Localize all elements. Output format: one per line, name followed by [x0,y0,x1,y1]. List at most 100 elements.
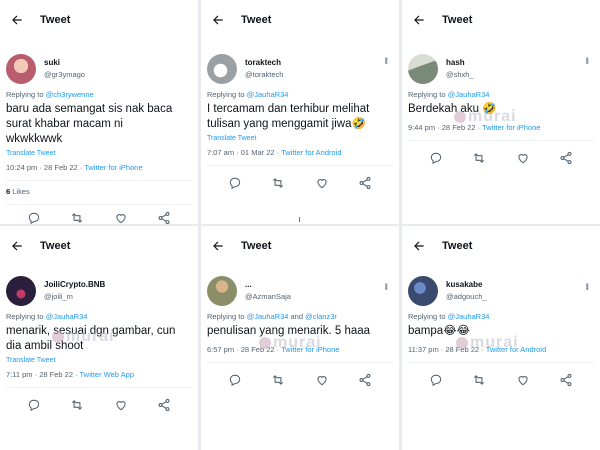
more-icon[interactable]: ••• [582,283,592,289]
reply-icon[interactable] [429,151,443,165]
user-handle[interactable]: @joili_m [44,291,105,303]
share-icon[interactable] [358,373,372,387]
more-icon[interactable]: ••• [582,57,592,63]
avatar[interactable] [6,54,36,84]
tweet-panel-5: Tweet ... @AzmanSaja ••• Replying to @Ja… [201,226,399,450]
display-name[interactable]: kusakabe [446,279,487,291]
arrow-left-icon[interactable] [10,13,24,27]
translate-link[interactable]: Translate Tweet [201,132,399,142]
tweet-author[interactable]: ... @AzmanSaja ••• [201,266,399,306]
translate-link[interactable]: Translate Tweet [0,147,198,157]
tweet-author[interactable]: hash @shxh_ ••• [402,40,600,84]
tweet-author[interactable]: suki @gr3ymago [0,40,198,84]
heart-icon[interactable] [114,211,128,224]
tweet-timestamp[interactable]: 7:11 pm · 28 Feb 22 · [6,370,80,379]
share-icon[interactable] [559,373,573,387]
share-icon[interactable] [157,398,171,412]
tweet-source[interactable]: Twitter for iPhone [281,345,339,354]
user-handle[interactable]: @adgouch_ [446,291,487,303]
tweet-source[interactable]: Twitter Web App [80,370,134,379]
user-handle[interactable]: @toraktech [245,69,283,81]
retweet-icon[interactable] [271,176,285,190]
retweet-icon[interactable] [271,373,285,387]
arrow-left-icon[interactable] [412,239,426,253]
tweet-timestamp[interactable]: 7:07 am · 01 Mar 22 · [207,148,281,157]
avatar[interactable] [408,276,438,306]
display-name[interactable]: hash [446,57,474,69]
arrow-left-icon[interactable] [412,13,426,27]
retweet-icon[interactable] [70,211,84,224]
tweet-timestamp[interactable]: 11:37 pm · 28 Feb 22 · [408,345,486,354]
tweet-author[interactable]: kusakabe @adgouch_ ••• [402,266,600,306]
reply-icon[interactable] [27,211,41,224]
tweet-source[interactable]: Twitter for iPhone [84,163,142,172]
tweet-source[interactable]: Twitter for Android [281,148,341,157]
action-bar [0,398,198,412]
tweet-meta: 6:57 pm · 28 Feb 22 · Twitter for iPhone [201,339,399,354]
avatar[interactable] [6,276,36,306]
retweet-icon[interactable] [472,373,486,387]
likes-count[interactable]: 6 Likes [0,181,198,196]
reply-icon[interactable] [27,398,41,412]
tweet-panel-2: Tweet toraktech @toraktech ••• Replying … [201,0,399,224]
avatar[interactable] [408,54,438,84]
tweet-header: Tweet [402,0,600,40]
tweet-text: penulisan yang menarik. 5 haaa [207,325,371,337]
reply-icon[interactable] [228,373,242,387]
arrow-left-icon[interactable] [211,13,225,27]
share-icon[interactable] [157,211,171,224]
replying-to: Replying to @JauhaR34 [408,90,490,99]
display-name[interactable]: ... [245,279,291,291]
mention-link[interactable]: @JauhaR34 [448,90,490,99]
action-bar [0,211,198,224]
heart-icon[interactable] [114,398,128,412]
reply-icon[interactable] [429,373,443,387]
share-icon[interactable] [559,151,573,165]
heart-icon[interactable] [315,373,329,387]
mention-link[interactable]: @JauhaR34 [448,312,490,321]
user-handle[interactable]: @AzmanSaja [245,291,291,303]
page-title: Tweet [241,14,272,26]
divider [6,204,192,205]
share-icon[interactable] [358,176,372,190]
page-title: Tweet [40,240,71,252]
arrow-left-icon[interactable] [10,239,24,253]
tweet-author[interactable]: JoiliCrypto.BNB @joili_m [0,266,198,306]
avatar[interactable] [207,54,237,84]
action-bar [201,373,399,387]
avatar[interactable] [207,276,237,306]
divider [408,362,594,363]
mention-link[interactable]: @JauhaR34 [247,90,289,99]
heart-icon[interactable] [315,176,329,190]
tweet-source[interactable]: Twitter for Android [486,345,546,354]
divider [408,140,594,141]
mention-link[interactable]: @clanz3r [305,312,337,321]
retweet-icon[interactable] [472,151,486,165]
tweet-timestamp[interactable]: 6:57 pm · 28 Feb 22 · [207,345,281,354]
heart-icon[interactable] [516,373,530,387]
more-icon[interactable]: ••• [381,57,391,63]
display-name[interactable]: JoiliCrypto.BNB [44,279,105,291]
user-handle[interactable]: @gr3ymago [44,69,85,81]
heart-icon[interactable] [516,151,530,165]
arrow-left-icon[interactable] [211,239,225,253]
user-handle[interactable]: @shxh_ [446,69,474,81]
reply-icon[interactable] [228,176,242,190]
more-icon[interactable]: ••• [381,283,391,289]
mention-link[interactable]: @JauhaR34 [247,312,289,321]
tweet-header: Tweet [402,226,600,266]
action-bar [402,151,600,165]
mention-link[interactable]: @ch3rywenne [46,90,94,99]
display-name[interactable]: suki [44,57,85,69]
tweet-source[interactable]: Twitter for iPhone [482,123,540,132]
tweet-panel-4: Tweet JoiliCrypto.BNB @joili_m Replying … [0,226,198,450]
translate-link[interactable]: Translate Tweet [0,354,198,364]
mention-link[interactable]: @JauhaR34 [46,312,88,321]
display-name[interactable]: toraktech [245,57,283,69]
retweet-icon[interactable] [70,398,84,412]
tweet-timestamp[interactable]: 10:24 pm · 28 Feb 22 · [6,163,84,172]
tweet-author[interactable]: toraktech @toraktech ••• [201,40,399,84]
replying-to: Replying to @JauhaR34 [6,312,88,321]
action-bar [201,176,399,190]
tweet-timestamp[interactable]: 9:44 pm · 28 Feb 22 · [408,123,482,132]
